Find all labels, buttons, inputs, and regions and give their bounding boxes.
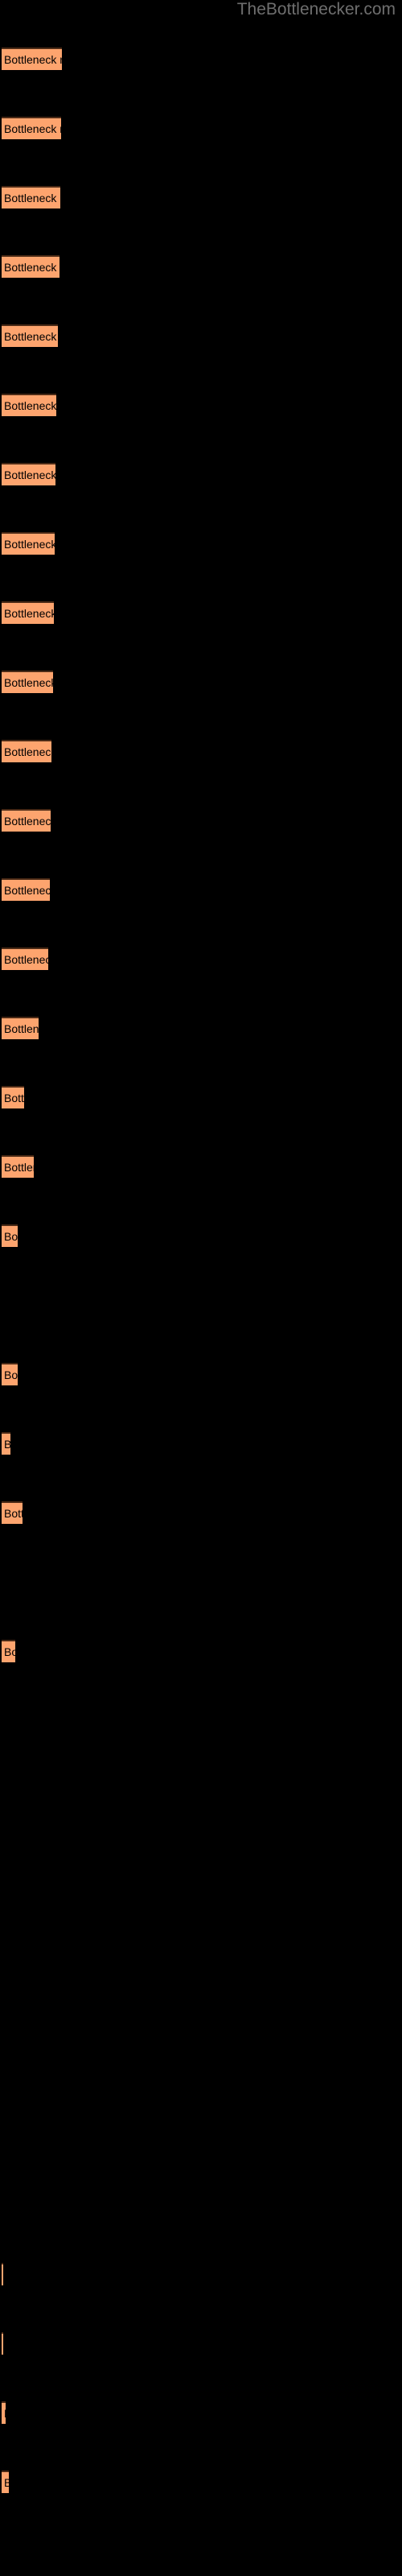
bar-label: Bottleneck result xyxy=(4,884,50,897)
bar-16[interactable]: Bottleneck result xyxy=(2,1086,24,1108)
bar-18[interactable]: Bottleneck result xyxy=(2,1224,18,1247)
bar-label: Bottleneck result xyxy=(4,261,59,274)
bar-5[interactable]: Bottleneck result xyxy=(2,324,58,347)
bar-14[interactable]: Bottleneck result xyxy=(2,947,48,970)
bar-label: Bottleneck result xyxy=(4,745,51,758)
bar-label: Bottleneck result xyxy=(4,815,51,828)
bar-19[interactable]: Bottleneck result xyxy=(2,1363,18,1385)
bar-label: Bottleneck result xyxy=(4,399,56,412)
bar-label: Bottleneck result xyxy=(4,1230,18,1243)
bar-9[interactable]: Bottleneck result xyxy=(2,601,54,624)
bar-label: Bottleneck result xyxy=(4,53,62,66)
bar-8[interactable]: Bottleneck result xyxy=(2,532,55,555)
bar-24[interactable]: Bottleneck result xyxy=(2,2332,3,2355)
bar-21[interactable]: Bottleneck result xyxy=(2,1501,23,1524)
bar-label: Bottleneck result xyxy=(4,607,54,620)
bar-label: Bottleneck result xyxy=(4,2405,6,2422)
bar-label: Bottleneck result xyxy=(4,1161,34,1174)
bar-label: Bottleneck result xyxy=(4,953,48,966)
bar-20[interactable]: Bottleneck result xyxy=(2,1432,10,1455)
bar-label: Bottleneck result xyxy=(4,1368,18,1381)
bar-label: Bottleneck result xyxy=(4,1645,15,1658)
site-title: TheBottlenecker.com xyxy=(236,0,396,19)
bar-label: Bottleneck result xyxy=(4,1022,39,1035)
bar-2[interactable]: Bottleneck result xyxy=(2,117,61,139)
bar-22[interactable]: Bottleneck result xyxy=(2,1640,15,1662)
bar-3[interactable]: Bottleneck result xyxy=(2,186,60,208)
bar-label: Bottleneck result xyxy=(4,1436,10,1453)
bar-label: Bottleneck result xyxy=(4,676,53,689)
bar-label: Bottleneck result xyxy=(4,122,61,135)
bar-15[interactable]: Bottleneck result xyxy=(2,1017,39,1039)
bar-25[interactable]: Bottleneck result xyxy=(2,2401,6,2424)
bar-label: Bottleneck result xyxy=(4,538,55,551)
bar-label: Bottleneck result xyxy=(4,469,55,481)
bar-label: Bottleneck result xyxy=(4,192,60,204)
bar-12[interactable]: Bottleneck result xyxy=(2,809,51,832)
bar-11[interactable]: Bottleneck result xyxy=(2,740,51,762)
bar-17[interactable]: Bottleneck result xyxy=(2,1155,34,1178)
bar-label: Bottleneck result xyxy=(4,1092,24,1104)
bar-26[interactable]: Bottleneck result xyxy=(2,2471,9,2493)
bottleneck-bar-chart: TheBottlenecker.com Bottleneck result Bot… xyxy=(0,0,402,2576)
bar-7[interactable]: Bottleneck result xyxy=(2,463,55,485)
bar-4[interactable]: Bottleneck result xyxy=(2,255,59,278)
bar-10[interactable]: Bottleneck result xyxy=(2,671,53,693)
bar-1[interactable]: Bottleneck result xyxy=(2,47,62,70)
bar-13[interactable]: Bottleneck result xyxy=(2,878,50,901)
bar-6[interactable]: Bottleneck result xyxy=(2,394,56,416)
bar-label: Bottleneck result xyxy=(4,330,58,343)
bar-label: Bottleneck result xyxy=(4,1507,23,1520)
bar-label: Bottleneck result xyxy=(4,2475,9,2491)
bar-23[interactable]: Bottleneck result xyxy=(2,2263,3,2285)
